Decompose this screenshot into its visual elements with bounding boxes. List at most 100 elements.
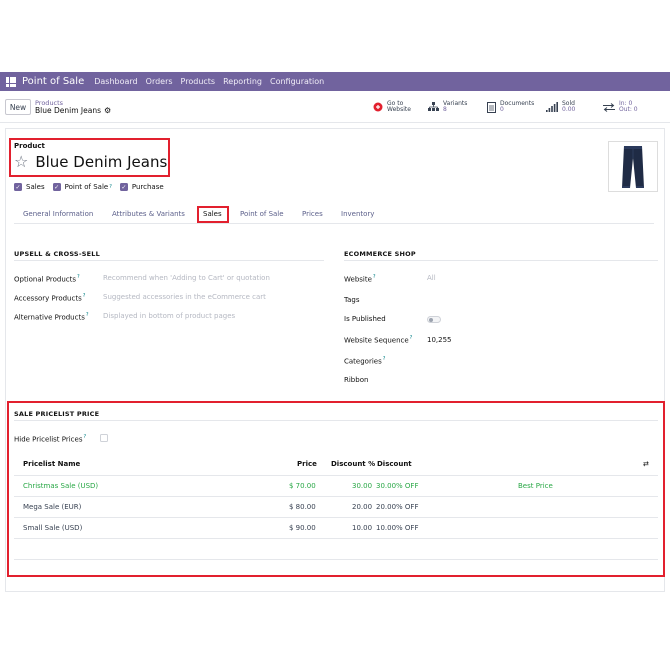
cell-price: $ 70.00 [289,482,316,490]
sales-label: Sales [26,183,45,191]
cell-name: Small Sale (USD) [23,524,83,532]
divider [14,420,658,421]
tab-general-information[interactable]: General Information [23,210,93,218]
help-icon[interactable]: ? [84,434,87,440]
smart-sub: Website [387,106,411,113]
product-checkboxes: ✓ Sales ✓ Point of Sale? ✓ Purchase [14,183,172,191]
pos-checkbox[interactable]: ✓ Point of Sale? [52,183,112,191]
new-button[interactable]: New [5,99,31,115]
website-label: Website? [344,274,376,283]
col-discount[interactable]: Discount [377,460,412,468]
product-name-field[interactable]: ☆ Blue Denim Jeans [14,153,167,171]
hide-pricelist-text: Hide Pricelist Prices [14,435,83,444]
tab-prices[interactable]: Prices [302,210,323,218]
exchange-icon [603,102,615,112]
menu-configuration[interactable]: Configuration [270,77,324,86]
table-row[interactable]: Small Sale (USD) $ 90.00 10.00 10.00% OF… [14,517,658,538]
optional-products-text: Optional Products [14,275,77,284]
sold-button[interactable]: Sold 0.00 [546,97,575,117]
cell-name: Mega Sale (EUR) [23,503,82,511]
divider [344,260,658,261]
bar-chart-icon [546,102,558,112]
divider [14,260,324,261]
tab-attributes-variants[interactable]: Attributes & Variants [112,210,185,218]
smart-sub: 0 [500,106,504,113]
variants-button[interactable]: Variants 8 [428,97,467,117]
smart-label: Documents [500,99,535,107]
go-to-website-button[interactable]: Go to Website [373,97,411,117]
documents-button[interactable]: Documents 0 [487,97,534,117]
apps-menu-icon[interactable] [6,76,16,87]
sitemap-icon [428,102,439,112]
categories-text: Categories [344,357,382,366]
breadcrumb-current-label: Blue Denim Jeans [35,106,101,115]
breadcrumb-current: Blue Denim Jeans ⚙ [35,107,111,115]
highlight-sales-tab [197,206,229,223]
help-icon[interactable]: ? [383,356,386,362]
website-sequence-text: Website Sequence [344,336,409,345]
product-image[interactable] [608,141,658,192]
help-icon[interactable]: ? [109,184,112,190]
upsell-section-title: UPSELL & CROSS-SELL [14,250,100,258]
accessory-products-input[interactable]: Suggested accessories in the eCommerce c… [103,293,266,301]
globe-icon [373,102,383,112]
check-icon[interactable]: ✓ [52,183,61,191]
empty-row [14,559,658,560]
app-name[interactable]: Point of Sale [22,76,84,87]
check-icon[interactable]: ✓ [14,183,22,191]
check-icon[interactable]: ✓ [119,183,128,191]
tab-inventory[interactable]: Inventory [341,210,374,218]
table-row[interactable]: Mega Sale (EUR) $ 80.00 20.00 20.00% OFF [14,496,658,517]
menu-products[interactable]: Products [181,77,216,86]
is-published-toggle[interactable] [427,316,441,323]
cell-discount: 10.00% OFF [376,524,419,532]
best-price-label: Best Price [518,482,553,490]
is-published-label: Is Published [344,315,386,323]
tab-point-of-sale[interactable]: Point of Sale [240,210,284,218]
hide-pricelist-checkbox[interactable] [100,434,108,442]
cell-name: Christmas Sale (USD) [23,482,99,490]
product-name[interactable]: Blue Denim Jeans [35,153,167,171]
cell-price: $ 80.00 [289,503,316,511]
help-icon[interactable]: ? [77,274,80,280]
in-out-button[interactable]: In: 0 Out: 0 [603,97,638,117]
top-navbar: Point of Sale Dashboard Orders Products … [0,72,670,91]
optional-products-input[interactable]: Recommend when 'Adding to Cart' or quota… [103,274,270,282]
help-icon[interactable]: ? [86,312,89,318]
optional-products-label: Optional Products? [14,274,80,283]
table-row[interactable]: Christmas Sale (USD) $ 70.00 30.00 30.00… [14,475,658,496]
file-icon [487,101,496,113]
accessory-products-label: Accessory Products? [14,293,85,302]
product-label: Product [14,142,45,150]
help-icon[interactable]: ? [83,293,86,299]
cell-price: $ 90.00 [289,524,316,532]
alternative-products-text: Alternative Products [14,313,85,322]
alternative-products-label: Alternative Products? [14,312,89,321]
column-settings-icon[interactable]: ⇄ [643,460,649,468]
pos-label: Point of Sale [64,183,109,191]
jeans-image [622,146,644,188]
website-input[interactable]: All [427,274,436,282]
website-sequence-label: Website Sequence? [344,335,412,344]
gear-icon[interactable]: ⚙ [104,106,111,115]
notebook-tabs: General Information Attributes & Variant… [14,208,654,224]
purchase-label: Purchase [131,183,164,191]
smart-out: Out: 0 [619,106,638,113]
col-pricelist-name[interactable]: Pricelist Name [23,460,80,468]
star-icon[interactable]: ☆ [14,154,28,170]
help-icon[interactable]: ? [373,274,376,280]
cell-pct: 10.00 [352,524,373,532]
purchase-checkbox[interactable]: ✓ Purchase [119,183,164,191]
menu-dashboard[interactable]: Dashboard [94,77,137,86]
accessory-products-text: Accessory Products [14,294,82,303]
col-discount-pct[interactable]: Discount % [331,460,375,468]
menu-orders[interactable]: Orders [146,77,173,86]
menu-reporting[interactable]: Reporting [223,77,262,86]
website-sequence-input[interactable]: 10,255 [427,336,452,344]
alternative-products-input[interactable]: Displayed in bottom of product pages [103,312,235,320]
col-price[interactable]: Price [297,460,317,468]
ribbon-label: Ribbon [344,376,369,384]
cell-discount: 30.00% OFF [376,482,419,490]
sales-checkbox[interactable]: ✓ Sales [14,183,45,191]
help-icon[interactable]: ? [410,335,413,341]
